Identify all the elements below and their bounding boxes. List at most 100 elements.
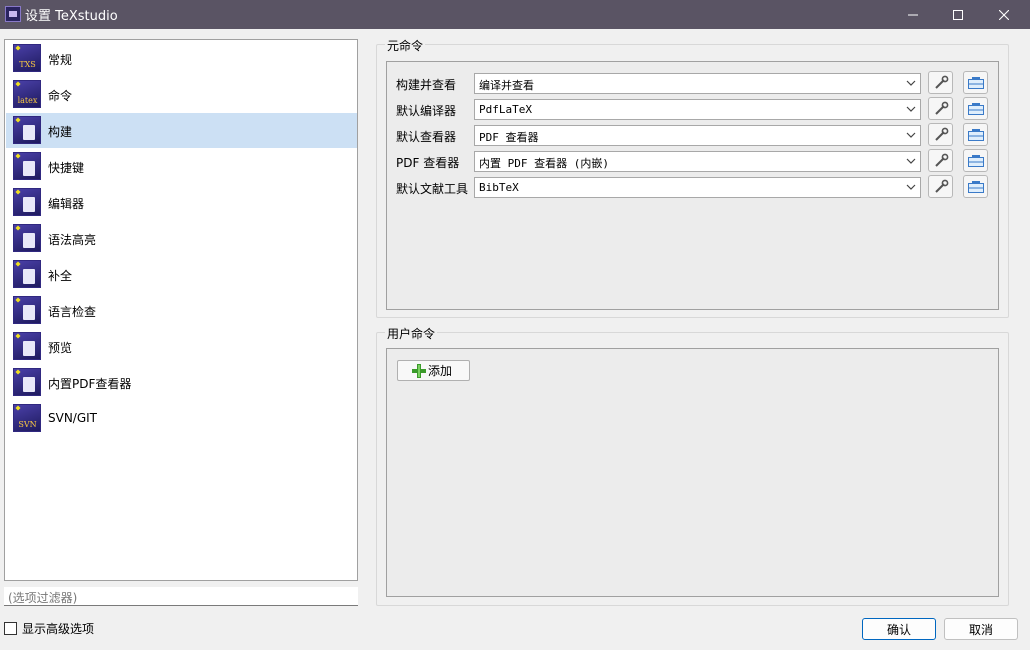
wrench-icon [934,127,948,141]
sidebar-item[interactable]: 补全 [6,257,357,292]
sidebar-item[interactable]: 编辑器 [6,185,357,220]
command-options-button[interactable] [963,97,988,120]
configure-command-button[interactable] [928,175,953,198]
toolbar-icon [967,154,984,167]
icon-caption: TXS [19,60,36,69]
chevron-down-icon [906,132,916,138]
checkbox-box[interactable] [4,622,17,635]
txs-icon: TXS [13,44,41,72]
sidebar-item-label: 命令 [48,89,73,103]
meta-command-select[interactable]: 编译并查看 [474,73,921,94]
sidebar-item-label: 编辑器 [48,197,85,211]
minimize-button[interactable] [890,0,936,29]
meta-command-select[interactable]: PdfLaTeX [474,99,921,120]
show-advanced-options-checkbox[interactable]: 显示高级选项 [4,620,94,637]
close-button[interactable] [981,0,1027,29]
sidebar-item[interactable]: 语法高亮 [6,221,357,256]
toolbar-icon [967,76,984,89]
sidebar-item-label: 预览 [48,341,73,355]
meta-command-value: PdfLaTeX [479,103,532,116]
meta-command-row: 默认编译器 PdfLaTeX [396,97,996,120]
meta-command-row: 默认查看器 PDF 查看器 [396,123,996,146]
sidebar-item-label: 语言检查 [48,305,97,319]
meta-command-label: PDF 查看器 [396,156,460,170]
sidebar-item-label: 补全 [48,269,73,283]
icon-caption: latex [17,96,38,105]
settings-category-list[interactable]: TXS 常规 latex 命令构建快捷键编辑器语法高亮补全语言检查预览内置PDF查看器… [4,39,358,581]
maximize-icon [953,9,963,20]
command-options-button[interactable] [963,175,988,198]
sidebar-item-label: 语法高亮 [48,233,97,247]
texstudio-app-icon [5,6,21,22]
sidebar-item[interactable]: 构建 [6,113,357,148]
configure-command-button[interactable] [928,71,953,94]
meta-command-select[interactable]: BibTeX [474,177,921,198]
meta-command-label: 默认文献工具 [396,182,469,196]
meta-command-label: 构建并查看 [396,78,457,92]
wrench-icon [934,153,948,167]
user-commands-panel [386,348,999,597]
meta-command-select[interactable]: 内置 PDF 查看器 (内嵌) [474,151,921,172]
maximize-button[interactable] [935,0,981,29]
latex-icon: latex [13,80,41,108]
meta-command-row: PDF 查看器 内置 PDF 查看器 (内嵌) [396,149,996,172]
sidebar-item[interactable]: 语言检查 [6,293,357,328]
toolbar-icon [967,180,984,193]
meta-command-row: 默认文献工具 BibTeX [396,175,996,198]
preview-icon [13,332,41,360]
toolbar-icon [967,102,984,115]
toolbar-icon [967,128,984,141]
sidebar-item-label: 构建 [48,125,73,139]
highlight-icon [13,224,41,252]
keyboard-icon [13,152,41,180]
sidebar-item[interactable]: 内置PDF查看器 [6,365,357,400]
pdf-viewer-icon [13,368,41,396]
wrench-icon [934,179,948,193]
sidebar-item[interactable]: 预览 [6,329,357,364]
show-advanced-options-label: 显示高级选项 [22,622,95,636]
green-plus-icon [412,364,426,378]
chevron-down-icon [906,158,916,164]
wrench-icon [934,75,948,89]
configure-command-button[interactable] [928,123,953,146]
text-cursor-icon [13,188,41,216]
sidebar-item-label: 内置PDF查看器 [48,377,132,391]
meta-command-value: 内置 PDF 查看器 (内嵌) [479,157,609,170]
meta-commands-title: 元命令 [385,37,426,54]
meta-command-value: 编译并查看 [479,79,534,92]
chevron-down-icon [906,80,916,86]
window-title: 设置 TeXstudio [25,9,118,24]
completion-icon [13,260,41,288]
meta-command-value: BibTeX [479,181,519,194]
configure-command-button[interactable] [928,97,953,120]
command-options-button[interactable] [963,123,988,146]
spellcheck-icon [13,296,41,324]
build-icon [13,116,41,144]
meta-command-select[interactable]: PDF 查看器 [474,125,921,146]
add-button-label: 添加 [428,364,453,378]
command-options-button[interactable] [963,71,988,94]
sidebar-item-label: SVN/GIT [48,411,98,425]
user-commands-title: 用户命令 [385,325,438,342]
close-icon [999,9,1009,20]
sidebar-item[interactable]: SVN SVN/GIT [6,401,357,436]
ok-button[interactable]: 确认 [862,618,936,640]
chevron-down-icon [906,106,916,112]
sidebar-item-label: 快捷键 [48,161,85,175]
configure-command-button[interactable] [928,149,953,172]
sidebar-item[interactable]: TXS 常规 [6,41,357,76]
sidebar-item[interactable]: latex 命令 [6,77,357,112]
cancel-button[interactable]: 取消 [944,618,1018,640]
meta-command-label: 默认查看器 [396,130,457,144]
add-user-command-button[interactable]: 添加 [397,360,470,381]
sidebar-item[interactable]: 快捷键 [6,149,357,184]
wrench-icon [934,101,948,115]
sidebar-item-label: 常规 [48,53,73,67]
minimize-icon [908,14,918,15]
command-options-button[interactable] [963,149,988,172]
chevron-down-icon [906,184,916,190]
options-filter-input[interactable]: (选项过滤器) [4,587,358,606]
svn-icon: SVN [13,404,41,432]
meta-command-row: 构建并查看 编译并查看 [396,71,996,94]
title-bar: 设置 TeXstudio [0,0,1030,29]
